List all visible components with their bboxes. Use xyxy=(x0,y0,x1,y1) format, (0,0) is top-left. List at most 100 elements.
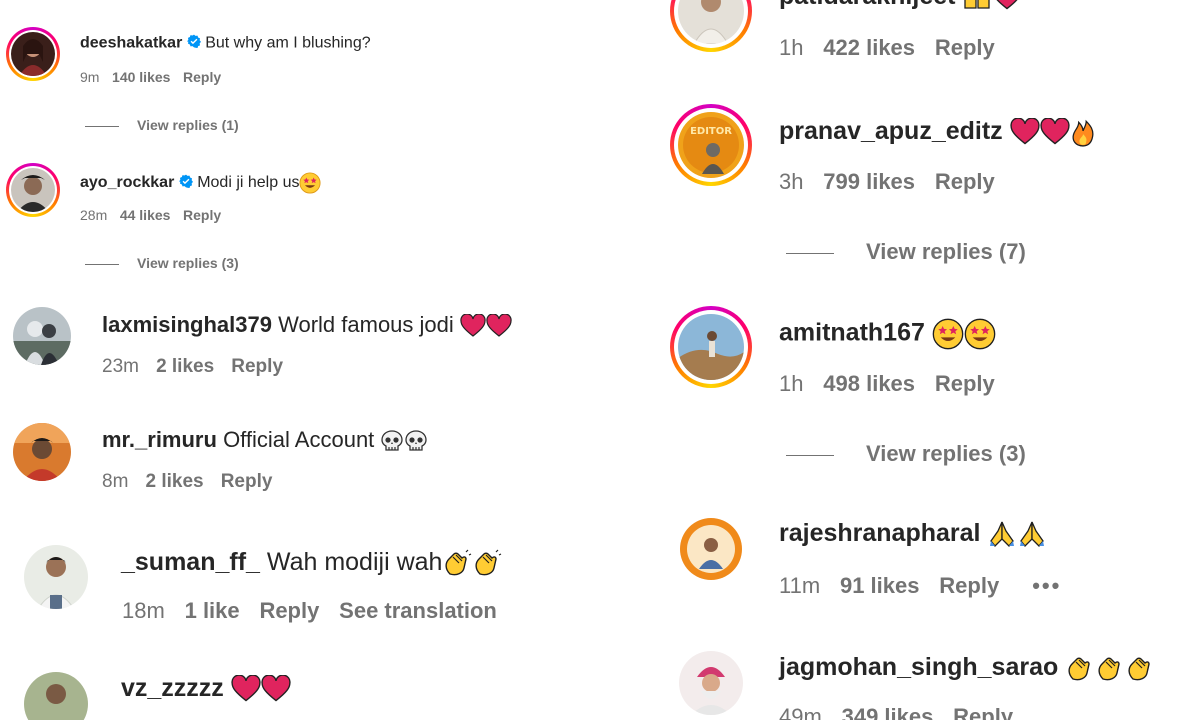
comment-likes[interactable]: 799 likes xyxy=(823,169,915,194)
story-ring[interactable] xyxy=(670,306,752,388)
comment-text: Modi ji help us xyxy=(197,174,300,192)
comment-likes[interactable]: 422 likes xyxy=(823,35,915,60)
comment-time[interactable]: 23m xyxy=(102,356,139,377)
divider xyxy=(85,263,119,265)
reply-button[interactable]: Reply xyxy=(939,573,999,598)
comment-username[interactable]: jagmohan_singh_sarao xyxy=(779,653,1058,681)
avatar[interactable] xyxy=(11,32,55,76)
comment-text: Wah modiji wah xyxy=(266,548,443,576)
view-replies-label: View replies (3) xyxy=(866,441,1026,466)
comment-text: But why am I blushing? xyxy=(205,34,371,52)
story-ring[interactable]: EDITOR xyxy=(670,104,752,186)
avatar[interactable] xyxy=(13,307,71,365)
reply-button[interactable]: Reply xyxy=(935,169,995,194)
comment-username[interactable]: _suman_ff_ xyxy=(121,548,260,576)
comment-time[interactable]: 18m xyxy=(122,598,165,623)
folded-hands-emoji-icon xyxy=(1017,519,1047,549)
red-heart-emoji-icon xyxy=(486,314,512,338)
comment-likes[interactable]: 44 likes xyxy=(120,207,171,223)
red-heart-emoji-icon xyxy=(1040,118,1070,146)
red-heart-emoji-icon xyxy=(261,675,291,703)
verified-badge-icon xyxy=(186,34,201,53)
star-struck-emoji-icon xyxy=(932,318,964,350)
comment-text: Official Account xyxy=(223,427,375,452)
divider xyxy=(786,454,834,456)
fire-emoji-icon xyxy=(1070,117,1096,147)
comment-likes[interactable]: 498 likes xyxy=(823,371,915,396)
red-heart-emoji-icon xyxy=(992,0,1022,11)
view-replies-button[interactable]: View replies (7) xyxy=(786,239,1026,265)
comment-time[interactable]: 11m xyxy=(779,573,820,598)
comment-likes[interactable]: 2 likes xyxy=(156,356,214,377)
reply-button[interactable]: Reply xyxy=(935,35,995,60)
star-struck-emoji-icon xyxy=(299,172,322,194)
avatar[interactable] xyxy=(679,651,743,715)
comment-text: World famous jodi xyxy=(278,312,454,337)
divider xyxy=(786,252,834,254)
verified-badge-icon xyxy=(178,174,193,193)
comment-username[interactable]: amitnath167 xyxy=(779,319,925,347)
comments-screenshot: deeshakatkar But why am I blushing? 9m 14… xyxy=(0,0,1200,720)
comment-likes[interactable]: 2 likes xyxy=(146,471,204,492)
divider xyxy=(85,125,119,127)
skull-emoji-icon xyxy=(380,429,404,453)
reply-button[interactable]: Reply xyxy=(231,356,283,377)
clapping-hands-emoji-icon xyxy=(1065,653,1095,683)
red-heart-emoji-icon xyxy=(460,314,486,338)
reply-button[interactable]: Reply xyxy=(183,207,221,223)
clapping-hands-emoji-icon xyxy=(442,548,472,578)
reply-button[interactable]: Reply xyxy=(221,471,273,492)
avatar[interactable] xyxy=(24,545,88,609)
avatar[interactable] xyxy=(679,517,743,581)
avatar[interactable] xyxy=(678,314,744,380)
avatar-badge-text: EDITOR xyxy=(690,126,732,137)
comment-time[interactable]: 8m xyxy=(102,471,128,492)
story-ring[interactable] xyxy=(670,0,752,52)
comment-likes[interactable]: 1 like xyxy=(185,598,240,623)
view-replies-button[interactable]: View replies (1) xyxy=(85,117,239,133)
avatar[interactable] xyxy=(11,168,55,212)
avatar[interactable] xyxy=(24,672,88,720)
clapping-hands-emoji-icon xyxy=(472,548,502,578)
view-replies-label: View replies (7) xyxy=(866,239,1026,264)
reply-button[interactable]: Reply xyxy=(183,69,221,85)
skull-emoji-icon xyxy=(404,429,428,453)
comment-time[interactable]: 3h xyxy=(779,169,803,194)
comment-likes[interactable]: 91 likes xyxy=(840,573,920,598)
comment-username[interactable]: deeshakatkar xyxy=(80,35,182,52)
story-ring[interactable] xyxy=(6,163,60,217)
comment-time[interactable]: 28m xyxy=(80,207,107,223)
comment-time[interactable]: 49m xyxy=(779,704,822,720)
star-struck-emoji-icon xyxy=(964,318,996,350)
comment-username[interactable]: laxmisinghal379 xyxy=(102,312,272,337)
story-ring[interactable] xyxy=(6,27,60,81)
raising-hands-emoji-icon xyxy=(962,0,992,12)
reply-button[interactable]: Reply xyxy=(953,704,1013,720)
clapping-hands-emoji-icon xyxy=(1125,653,1155,683)
avatar[interactable]: EDITOR xyxy=(678,112,744,178)
reply-button[interactable]: Reply xyxy=(259,598,319,623)
avatar[interactable] xyxy=(13,423,71,481)
folded-hands-emoji-icon xyxy=(987,519,1017,549)
more-options-icon[interactable]: ••• xyxy=(1032,573,1061,598)
comment-username[interactable]: vz_zzzzz xyxy=(121,674,224,702)
comment-username[interactable]: patidarakhijeet xyxy=(779,0,955,10)
comment-likes[interactable]: 349 likes xyxy=(842,704,934,720)
comment-time[interactable]: 1h xyxy=(779,371,803,396)
view-replies-label: View replies (3) xyxy=(137,255,239,271)
view-replies-button[interactable]: View replies (3) xyxy=(786,441,1026,467)
clapping-hands-emoji-icon xyxy=(1095,653,1125,683)
red-heart-emoji-icon xyxy=(231,675,261,703)
view-replies-label: View replies (1) xyxy=(137,117,239,133)
reply-button[interactable]: Reply xyxy=(935,371,995,396)
view-replies-button[interactable]: View replies (3) xyxy=(85,255,239,271)
comment-username[interactable]: ayo_rockkar xyxy=(80,174,174,191)
see-translation-button[interactable]: See translation xyxy=(339,598,497,623)
comment-username[interactable]: rajeshranapharal xyxy=(779,519,981,547)
comment-time[interactable]: 9m xyxy=(80,69,99,85)
red-heart-emoji-icon xyxy=(1010,118,1040,146)
comment-username[interactable]: pranav_apuz_editz xyxy=(779,117,1003,145)
comment-username[interactable]: mr._rimuru xyxy=(102,427,217,452)
comment-time[interactable]: 1h xyxy=(779,35,803,60)
comment-likes[interactable]: 140 likes xyxy=(112,69,170,85)
